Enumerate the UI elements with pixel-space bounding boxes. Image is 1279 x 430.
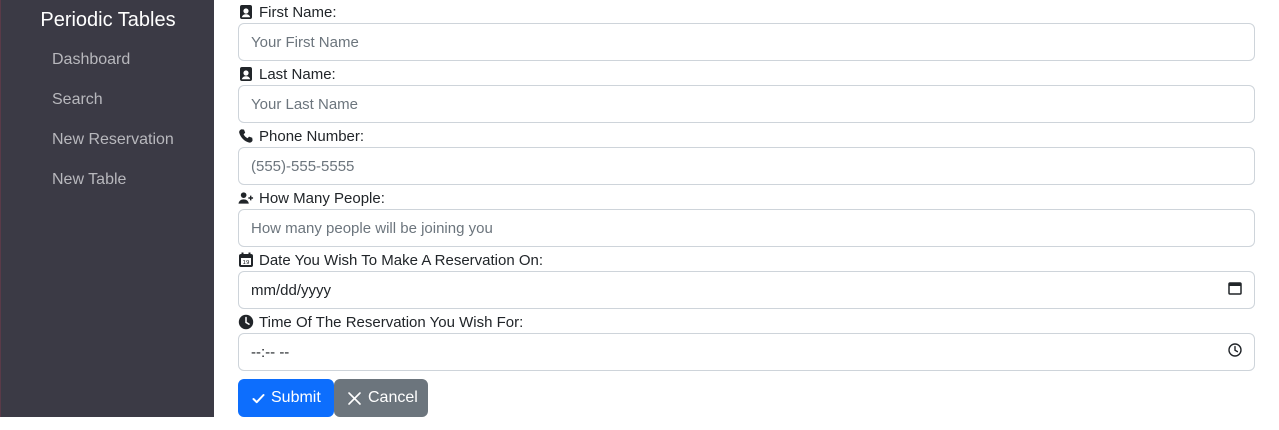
date-input-value: mm/dd/yyyy <box>251 281 332 299</box>
phone-input[interactable] <box>238 147 1255 185</box>
person-plus-icon <box>238 190 254 206</box>
sidebar-item-new-reservation[interactable]: New Reservation <box>52 130 174 150</box>
sidebar-item-dashboard[interactable]: Dashboard <box>52 50 130 70</box>
phone-label-text: Phone Number: <box>259 127 365 145</box>
sidebar: Periodic Tables Dashboard Search New Res… <box>0 0 214 417</box>
time-input[interactable]: --:-- -- <box>238 333 1255 371</box>
person-badge-icon <box>238 4 254 20</box>
cancel-button-label: Cancel <box>368 389 418 406</box>
sidebar-item-new-table[interactable]: New Table <box>52 170 126 190</box>
check-icon <box>252 392 265 405</box>
person-badge-icon <box>238 66 254 82</box>
close-icon <box>347 391 362 406</box>
time-label: Time Of The Reservation You Wish For: <box>238 311 523 333</box>
phone-label: Phone Number: <box>238 125 364 147</box>
calendar-picker-icon[interactable] <box>1228 281 1242 299</box>
clock-icon <box>238 314 254 330</box>
clock-picker-icon[interactable] <box>1228 343 1242 361</box>
first-name-label: First Name: <box>238 1 337 23</box>
time-input-value: --:-- -- <box>251 343 290 361</box>
people-label-text: How Many People: <box>259 189 385 207</box>
time-label-text: Time Of The Reservation You Wish For: <box>259 313 524 331</box>
svg-text:19: 19 <box>243 260 250 266</box>
last-name-label-text: Last Name: <box>259 65 336 83</box>
first-name-input[interactable] <box>238 23 1255 61</box>
people-label: How Many People: <box>238 187 385 209</box>
first-name-label-text: First Name: <box>259 3 337 21</box>
brand-title[interactable]: Periodic Tables <box>1 8 215 32</box>
date-input[interactable]: mm/dd/yyyy <box>238 271 1255 309</box>
calendar-icon: 19 <box>238 252 254 268</box>
submit-button[interactable]: Submit <box>238 379 334 417</box>
date-label: 19 Date You Wish To Make A Reservation O… <box>238 249 543 271</box>
submit-button-label: Submit <box>271 389 321 406</box>
last-name-label: Last Name: <box>238 63 336 85</box>
cancel-button[interactable]: Cancel <box>334 379 428 417</box>
sidebar-item-search[interactable]: Search <box>52 90 103 110</box>
people-input[interactable] <box>238 209 1255 247</box>
phone-icon <box>238 128 254 144</box>
last-name-input[interactable] <box>238 85 1255 123</box>
date-label-text: Date You Wish To Make A Reservation On: <box>259 251 544 269</box>
